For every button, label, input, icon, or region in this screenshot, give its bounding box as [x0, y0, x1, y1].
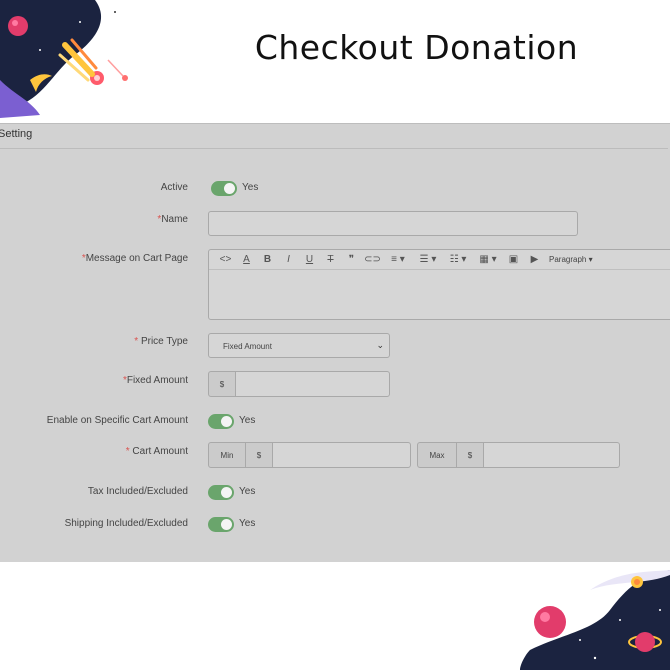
editor-toolbar: <> A B I U T ❞ ⊂⊃ ≡ ▾ ☰ ▾ ☷ ▾ ▦ ▾ ▣ ▶ Pa…: [209, 250, 670, 270]
strikethrough-icon[interactable]: T: [320, 254, 341, 265]
settings-panel: Setting Active Yes *Name *Message on Car…: [0, 123, 670, 562]
code-view-icon[interactable]: <>: [215, 254, 236, 265]
space-illustration-bottom-right: [520, 570, 670, 670]
shipping-row: Shipping Included/Excluded Yes: [0, 510, 670, 540]
active-row: Active Yes: [0, 174, 670, 204]
shipping-toggle[interactable]: [208, 517, 234, 532]
table-dropdown-icon[interactable]: ▦ ▾: [473, 254, 503, 265]
cart-amount-max-currency: $: [456, 442, 484, 468]
cart-amount-min-input[interactable]: [272, 442, 411, 468]
cart-amount-max-input[interactable]: [483, 442, 620, 468]
cart-amount-max-label: Max: [417, 442, 457, 468]
fixed-amount-currency: $: [208, 371, 236, 397]
numbered-list-dropdown-icon[interactable]: ☷ ▾: [443, 254, 473, 265]
underline-icon[interactable]: U: [299, 254, 320, 265]
tax-toggle-text: Yes: [239, 486, 256, 497]
link-icon[interactable]: ⊂⊃: [362, 254, 383, 265]
bullet-list-dropdown-icon[interactable]: ☰ ▾: [413, 254, 443, 265]
paragraph-dropdown[interactable]: Paragraph ▾: [549, 255, 593, 264]
bold-icon[interactable]: B: [257, 254, 278, 265]
image-icon[interactable]: ▣: [503, 254, 524, 265]
shipping-toggle-text: Yes: [239, 518, 256, 529]
enable-specific-toggle-text: Yes: [239, 415, 256, 426]
panel-header: Setting: [0, 124, 668, 149]
price-type-select[interactable]: Fixed Amount ⌄: [208, 333, 390, 358]
shipping-label: Shipping Included/Excluded: [64, 518, 188, 529]
active-label: Active: [160, 182, 188, 193]
tax-label: Tax Included/Excluded: [87, 486, 188, 497]
active-toggle-text: Yes: [242, 182, 259, 193]
page-title: Checkout Donation: [254, 28, 579, 67]
message-editor[interactable]: <> A B I U T ❞ ⊂⊃ ≡ ▾ ☰ ▾ ☷ ▾ ▦ ▾ ▣ ▶ Pa…: [208, 249, 670, 320]
price-type-selected: Fixed Amount: [223, 342, 272, 351]
enable-specific-row: Enable on Specific Cart Amount Yes: [0, 407, 670, 437]
quote-icon[interactable]: ❞: [341, 254, 362, 265]
enable-specific-label: Enable on Specific Cart Amount: [46, 415, 188, 426]
tax-row: Tax Included/Excluded Yes: [0, 478, 670, 508]
tax-toggle[interactable]: [208, 485, 234, 500]
cart-amount-label: * Cart Amount: [125, 446, 188, 457]
font-color-icon[interactable]: A: [236, 254, 257, 265]
align-dropdown-icon[interactable]: ≡ ▾: [383, 254, 413, 265]
message-label: *Message on Cart Page: [81, 253, 188, 264]
enable-specific-toggle[interactable]: [208, 414, 234, 429]
name-input[interactable]: [208, 211, 578, 236]
active-toggle[interactable]: [211, 181, 237, 196]
fixed-amount-input[interactable]: [235, 371, 390, 397]
italic-icon[interactable]: I: [278, 254, 299, 265]
cart-amount-min-label: Min: [208, 442, 246, 468]
price-type-label: * Price Type: [134, 336, 188, 347]
video-icon[interactable]: ▶: [524, 254, 545, 265]
cart-amount-min-currency: $: [245, 442, 273, 468]
name-label: *Name: [157, 214, 188, 225]
chevron-down-icon: ⌄: [376, 340, 384, 350]
fixed-amount-label: *Fixed Amount: [122, 375, 188, 386]
